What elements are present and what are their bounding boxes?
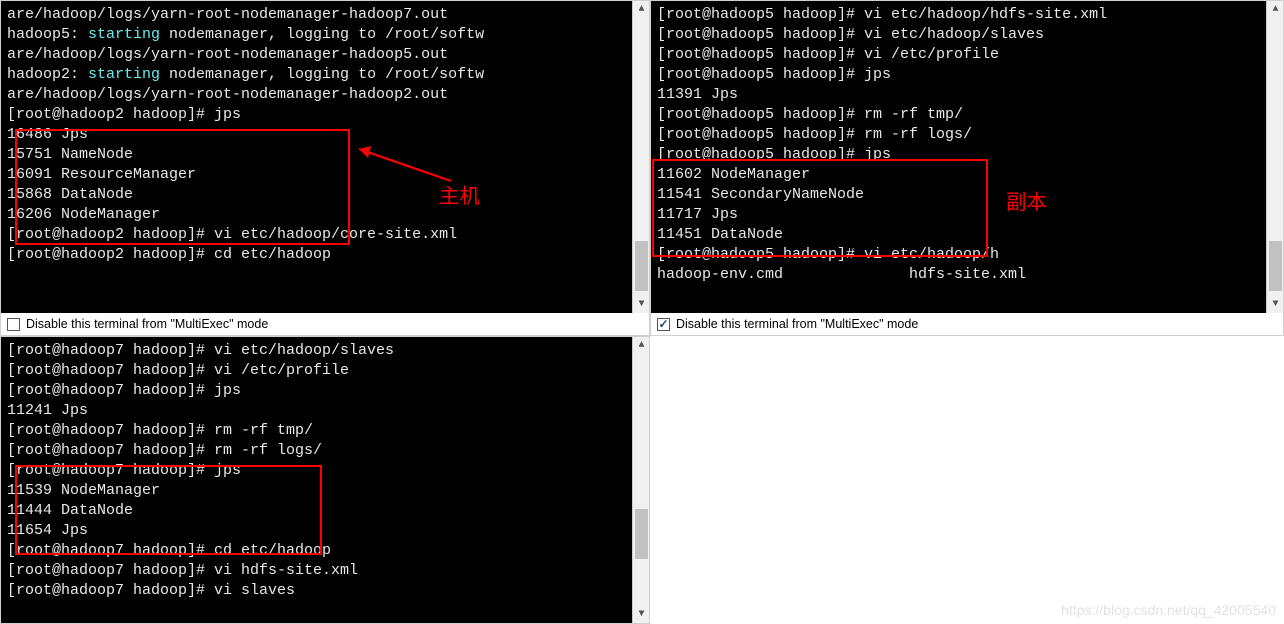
terminal-line: 11654 Jps	[7, 521, 643, 541]
terminal-line: [root@hadoop7 hadoop]# vi /etc/profile	[7, 361, 643, 381]
terminal-output-hadoop5[interactable]: [root@hadoop5 hadoop]# vi etc/hadoop/hdf…	[651, 1, 1283, 313]
terminal-line: 11541 SecondaryNameNode	[657, 185, 1277, 205]
scrollbar[interactable]: ▲ ▼	[1266, 1, 1283, 313]
terminal-line: are/hadoop/logs/yarn-root-nodemanager-ha…	[7, 5, 643, 25]
terminal-line: 11241 Jps	[7, 401, 643, 421]
scroll-thumb[interactable]	[1269, 241, 1282, 291]
terminal-line: [root@hadoop2 hadoop]# jps	[7, 105, 643, 125]
scrollbar[interactable]: ▲ ▼	[632, 1, 649, 313]
terminal-line: 15868 DataNode	[7, 185, 643, 205]
terminal-line: are/hadoop/logs/yarn-root-nodemanager-ha…	[7, 85, 643, 105]
terminal-line: [root@hadoop2 hadoop]# cd etc/hadoop	[7, 245, 643, 265]
terminal-line: [root@hadoop5 hadoop]# vi etc/hadoop/sla…	[657, 25, 1277, 45]
terminal-line: [root@hadoop7 hadoop]# jps	[7, 461, 643, 481]
terminal-line: 16091 ResourceManager	[7, 165, 643, 185]
terminal-line: [root@hadoop5 hadoop]# vi etc/hadoop/hdf…	[657, 5, 1277, 25]
terminal-line: hadoop-env.cmd hdfs-site.xml	[657, 265, 1277, 285]
terminal-line: hadoop2: starting nodemanager, logging t…	[7, 65, 643, 85]
terminal-line: [root@hadoop2 hadoop]# vi etc/hadoop/cor…	[7, 225, 643, 245]
multiexec-footer: ✓ Disable this terminal from "MultiExec"…	[651, 313, 1283, 335]
terminal-line: 11391 Jps	[657, 85, 1277, 105]
terminal-line: 15751 NameNode	[7, 145, 643, 165]
terminal-line: [root@hadoop7 hadoop]# rm -rf tmp/	[7, 421, 643, 441]
terminal-line: [root@hadoop7 hadoop]# rm -rf logs/	[7, 441, 643, 461]
terminal-line: [root@hadoop5 hadoop]# vi /etc/profile	[657, 45, 1277, 65]
multiexec-checkbox-checked[interactable]: ✓	[657, 318, 670, 331]
multiexec-footer: Disable this terminal from "MultiExec" m…	[1, 313, 649, 335]
scroll-up-icon[interactable]: ▲	[633, 1, 649, 18]
terminal-pane-hadoop2: are/hadoop/logs/yarn-root-nodemanager-ha…	[0, 0, 650, 336]
terminal-line: [root@hadoop5 hadoop]# rm -rf tmp/	[657, 105, 1277, 125]
scroll-down-icon[interactable]: ▼	[633, 606, 649, 623]
multiexec-label: Disable this terminal from "MultiExec" m…	[676, 317, 918, 331]
terminal-line: 16486 Jps	[7, 125, 643, 145]
scrollbar[interactable]: ▲ ▼	[632, 337, 649, 623]
terminal-line: [root@hadoop7 hadoop]# cd etc/hadoop	[7, 541, 643, 561]
terminal-pane-hadoop5: [root@hadoop5 hadoop]# vi etc/hadoop/hdf…	[650, 0, 1284, 336]
blank-pane	[650, 336, 1284, 624]
terminal-line: 11602 NodeManager	[657, 165, 1277, 185]
scroll-down-icon[interactable]: ▼	[1267, 296, 1283, 313]
terminal-line: [root@hadoop5 hadoop]# vi etc/hadoop/h	[657, 245, 1277, 265]
terminal-line: 11451 DataNode	[657, 225, 1277, 245]
multiexec-checkbox-unchecked[interactable]	[7, 318, 20, 331]
scroll-thumb[interactable]	[635, 241, 648, 291]
scroll-down-icon[interactable]: ▼	[633, 296, 649, 313]
terminal-line: [root@hadoop7 hadoop]# vi hdfs-site.xml	[7, 561, 643, 581]
terminal-output-hadoop7[interactable]: [root@hadoop7 hadoop]# vi etc/hadoop/sla…	[1, 337, 649, 623]
scroll-up-icon[interactable]: ▲	[1267, 1, 1283, 18]
terminal-line: [root@hadoop5 hadoop]# jps	[657, 65, 1277, 85]
terminal-line: hadoop5: starting nodemanager, logging t…	[7, 25, 643, 45]
terminal-line: [root@hadoop5 hadoop]# rm -rf logs/	[657, 125, 1277, 145]
terminal-line: 11539 NodeManager	[7, 481, 643, 501]
terminal-output-hadoop2[interactable]: are/hadoop/logs/yarn-root-nodemanager-ha…	[1, 1, 649, 313]
terminal-line: 16206 NodeManager	[7, 205, 643, 225]
terminal-line: 11444 DataNode	[7, 501, 643, 521]
scroll-thumb[interactable]	[635, 509, 648, 559]
terminal-pane-hadoop7: [root@hadoop7 hadoop]# vi etc/hadoop/sla…	[0, 336, 650, 624]
multiexec-label: Disable this terminal from "MultiExec" m…	[26, 317, 268, 331]
terminal-line: [root@hadoop7 hadoop]# vi etc/hadoop/sla…	[7, 341, 643, 361]
scroll-up-icon[interactable]: ▲	[633, 337, 649, 354]
terminal-line: [root@hadoop7 hadoop]# vi slaves	[7, 581, 643, 601]
terminal-line: are/hadoop/logs/yarn-root-nodemanager-ha…	[7, 45, 643, 65]
terminal-line: 11717 Jps	[657, 205, 1277, 225]
terminal-line: [root@hadoop5 hadoop]# jps	[657, 145, 1277, 165]
terminal-line: [root@hadoop7 hadoop]# jps	[7, 381, 643, 401]
